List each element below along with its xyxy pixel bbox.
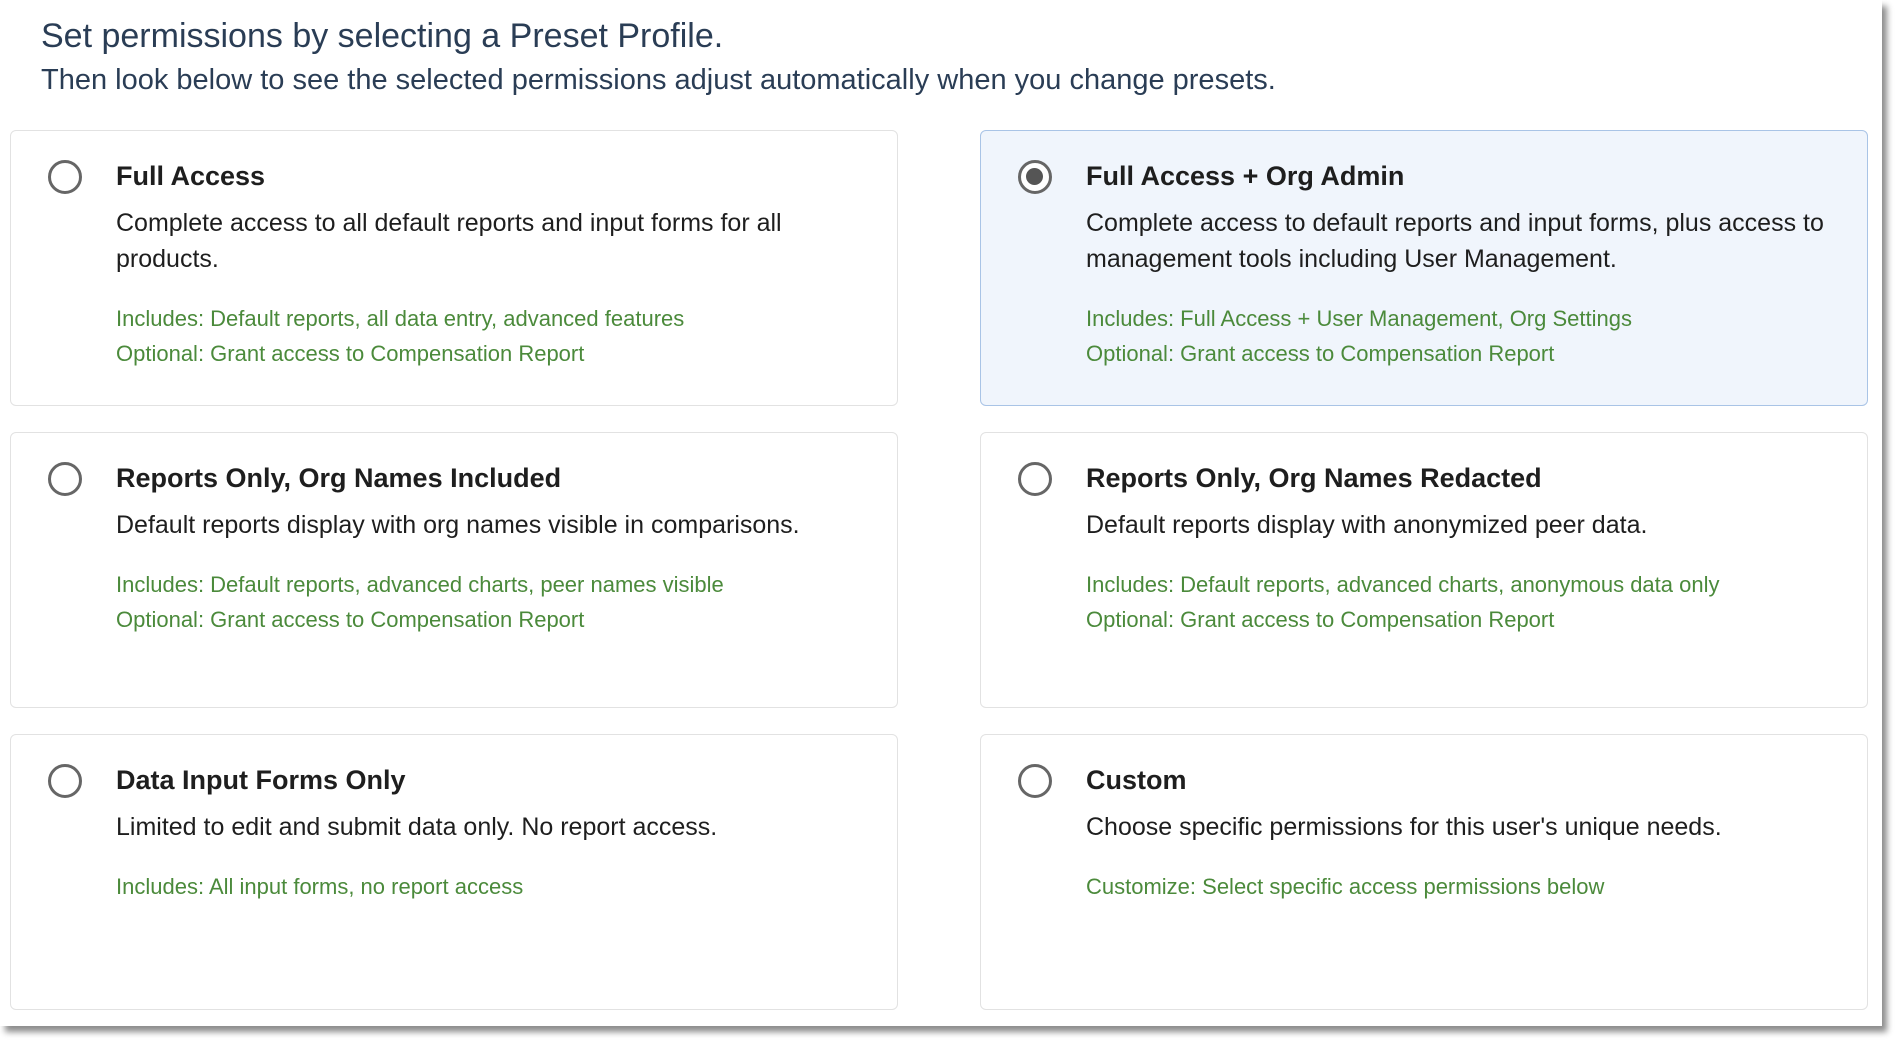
preset-details: Customize: Select specific access permis… <box>1086 869 1851 904</box>
radio-button[interactable] <box>1018 764 1052 798</box>
screen: Set permissions by selecting a Preset Pr… <box>0 0 1897 1048</box>
preset-includes: Includes: Default reports, advanced char… <box>1086 572 1720 597</box>
preset-includes: Includes: Full Access + User Management,… <box>1086 306 1632 331</box>
preset-description: Default reports display with anonymized … <box>1086 511 1648 539</box>
radio-dot <box>1026 168 1043 185</box>
preset-includes: Includes: Default reports, all data entr… <box>116 306 685 331</box>
preset-content: Reports Only, Org Names Redacted Default… <box>1086 461 1851 637</box>
radio-button[interactable] <box>48 764 82 798</box>
preset-card-reports-org-names-included[interactable]: Reports Only, Org Names Included Default… <box>10 432 898 708</box>
preset-optional: Optional: Grant access to Compensation R… <box>1086 607 1555 632</box>
header: Set permissions by selecting a Preset Pr… <box>41 14 1841 102</box>
preset-content: Full Access Complete access to all defau… <box>116 159 881 371</box>
preset-description: Complete access to all default reports a… <box>116 209 782 273</box>
preset-description: Choose specific permissions for this use… <box>1086 813 1722 841</box>
preset-customize: Customize: Select specific access permis… <box>1086 874 1605 899</box>
radio-button[interactable] <box>48 462 82 496</box>
radio-button[interactable] <box>1018 462 1052 496</box>
preset-title: Full Access + Org Admin <box>1086 161 1405 191</box>
preset-card-full-access[interactable]: Full Access Complete access to all defau… <box>10 130 898 406</box>
preset-includes: Includes: Default reports, advanced char… <box>116 572 724 597</box>
preset-title: Full Access <box>116 161 266 191</box>
preset-details: Includes: All input forms, no report acc… <box>116 869 881 904</box>
preset-card-custom[interactable]: Custom Choose specific permissions for t… <box>980 734 1868 1010</box>
preset-card-reports-org-names-redacted[interactable]: Reports Only, Org Names Redacted Default… <box>980 432 1868 708</box>
radio-button[interactable] <box>1018 160 1052 194</box>
preset-details: Includes: Default reports, all data entr… <box>116 301 881 371</box>
preset-card-full-access-org-admin[interactable]: Full Access + Org Admin Complete access … <box>980 130 1868 406</box>
preset-optional: Optional: Grant access to Compensation R… <box>116 341 585 366</box>
preset-content: Full Access + Org Admin Complete access … <box>1086 159 1851 371</box>
preset-description: Limited to edit and submit data only. No… <box>116 813 718 841</box>
preset-description: Complete access to default reports and i… <box>1086 209 1824 273</box>
preset-grid: Full Access Complete access to all defau… <box>10 130 1868 1010</box>
page-title: Set permissions by selecting a Preset Pr… <box>41 17 724 55</box>
preset-details: Includes: Default reports, advanced char… <box>1086 567 1851 637</box>
preset-optional: Optional: Grant access to Compensation R… <box>1086 341 1555 366</box>
preset-details: Includes: Default reports, advanced char… <box>116 567 881 637</box>
preset-card-data-input-forms-only[interactable]: Data Input Forms Only Limited to edit an… <box>10 734 898 1010</box>
preset-profile-panel: Set permissions by selecting a Preset Pr… <box>0 0 1882 1026</box>
radio-button[interactable] <box>48 160 82 194</box>
preset-content: Reports Only, Org Names Included Default… <box>116 461 881 637</box>
preset-description: Default reports display with org names v… <box>116 511 800 539</box>
preset-title: Custom <box>1086 765 1187 795</box>
preset-optional: Optional: Grant access to Compensation R… <box>116 607 585 632</box>
page-subtitle: Then look below to see the selected perm… <box>41 64 1276 96</box>
preset-content: Custom Choose specific permissions for t… <box>1086 763 1851 904</box>
preset-details: Includes: Full Access + User Management,… <box>1086 301 1851 371</box>
preset-title: Data Input Forms Only <box>116 765 406 795</box>
preset-title: Reports Only, Org Names Included <box>116 463 562 493</box>
preset-content: Data Input Forms Only Limited to edit an… <box>116 763 881 904</box>
preset-includes: Includes: All input forms, no report acc… <box>116 874 524 899</box>
preset-title: Reports Only, Org Names Redacted <box>1086 463 1542 493</box>
